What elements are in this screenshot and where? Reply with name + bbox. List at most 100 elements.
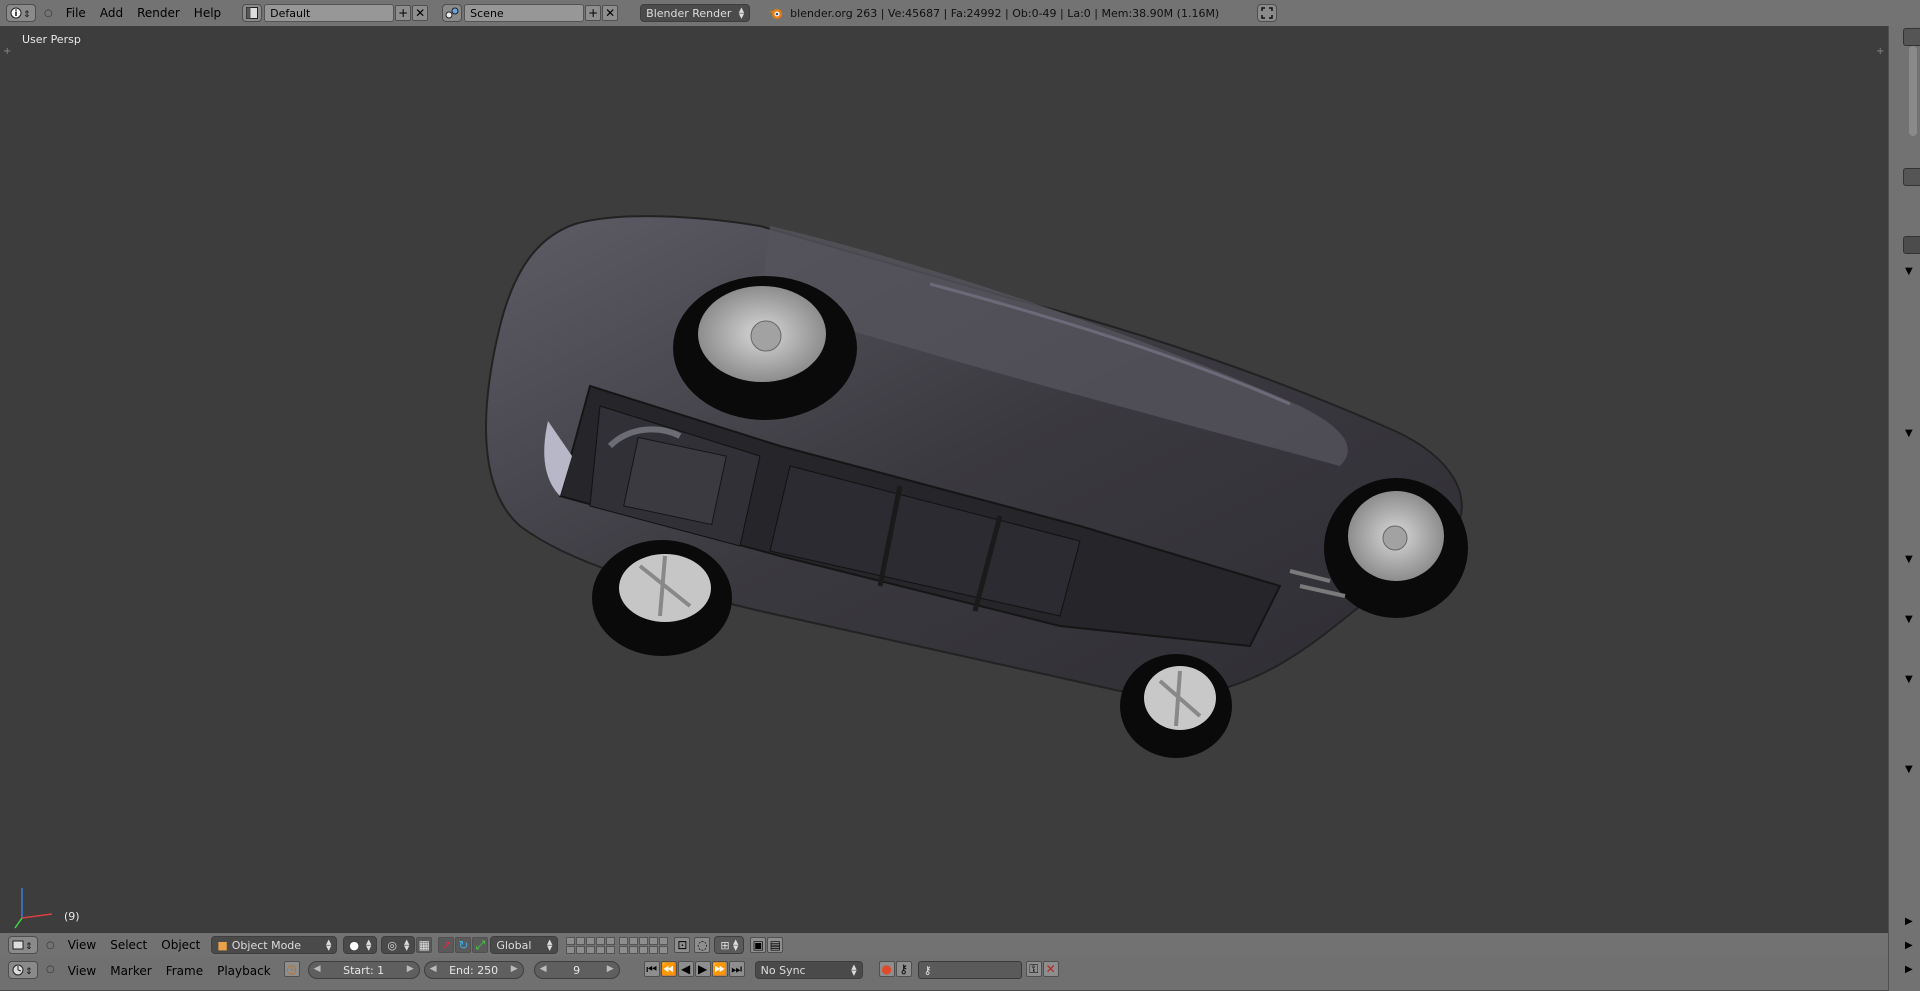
keying-set-field[interactable]: ⚷ xyxy=(917,961,1022,979)
sync-select[interactable]: No Sync ▲ ▼ xyxy=(754,961,863,979)
world-icon[interactable] xyxy=(1903,236,1920,254)
blender-logo-icon xyxy=(768,6,784,20)
view3d-header: ⇕ ○ View Select Object ■ Object Mode ▲ ▼ … xyxy=(0,933,1888,958)
view3d-editor-icon[interactable]: ⇕ xyxy=(8,936,38,954)
layer-buttons-b[interactable] xyxy=(619,936,669,954)
translate-manipulator-icon[interactable]: ↗ xyxy=(438,937,455,953)
updown-arrows-icon: ▲ ▼ xyxy=(365,938,372,952)
keying-set-icon[interactable]: ⚷ xyxy=(895,961,912,977)
cube-icon: ■ xyxy=(217,938,228,952)
updown-arrows-icon: ▲ ▼ xyxy=(738,6,745,20)
next-keyframe-icon[interactable]: ⏩ xyxy=(711,961,728,977)
current-frame-label: 9 xyxy=(573,963,581,977)
menu-playback[interactable]: Playback xyxy=(210,961,278,981)
properties-editor-icon[interactable] xyxy=(1903,168,1920,186)
render-engine-label: Blender Render xyxy=(646,6,732,20)
shading-select[interactable]: ● ▲ ▼ xyxy=(343,936,378,954)
play-icon[interactable]: ▶ xyxy=(694,961,711,977)
screen-layout-icon[interactable] xyxy=(242,4,263,22)
layout-field[interactable]: Default xyxy=(264,4,395,22)
properties-panel[interactable]: ▼ ▼ ▼ ▼ ▼ ▼ ▶ ▶ ▶ xyxy=(1888,26,1920,991)
delete-keyframe-icon[interactable]: ✕ xyxy=(1042,961,1059,977)
wheel-front-top xyxy=(673,276,857,420)
menu-marker[interactable]: Marker xyxy=(103,961,158,981)
updown-arrows-icon: ▲ ▼ xyxy=(546,938,553,952)
collapse-menu-icon[interactable]: ○ xyxy=(46,940,55,951)
timeline-editor-icon[interactable]: ⇕ xyxy=(8,961,38,979)
axis-gizmo xyxy=(14,888,53,929)
scene-icon[interactable] xyxy=(442,4,463,22)
wheel-front-bottom xyxy=(592,540,732,656)
opengl-anim-icon[interactable]: ▤ xyxy=(767,937,784,953)
car-model[interactable] xyxy=(0,26,1888,933)
snap-select[interactable]: ⊞ ▲ ▼ xyxy=(714,936,745,954)
snap-icon: ⊞ xyxy=(720,938,730,952)
panel-expand-icon[interactable]: ▼ xyxy=(1905,674,1913,685)
menu-view[interactable]: View xyxy=(61,935,103,955)
menu-view[interactable]: View xyxy=(61,961,103,981)
mode-select[interactable]: ■ Object Mode ▲ ▼ xyxy=(211,936,338,954)
frame-indicator: (9) xyxy=(64,910,80,923)
add-layout-button[interactable]: + xyxy=(395,5,412,21)
jump-end-icon[interactable]: ⏭ xyxy=(728,961,745,977)
render-engine-select[interactable]: Blender Render ▲ ▼ xyxy=(640,4,751,22)
sync-label: No Sync xyxy=(760,963,806,977)
play-reverse-icon[interactable]: ◀ xyxy=(677,961,694,977)
svg-text:⇕: ⇕ xyxy=(25,942,33,951)
status-text: blender.org 263 | Ve:45687 | Fa:24992 | … xyxy=(790,6,1220,20)
scale-manipulator-icon[interactable]: ⤢ xyxy=(472,937,489,953)
svg-text:⇕: ⇕ xyxy=(25,967,33,976)
orientation-label: Global xyxy=(496,938,532,952)
insert-keyframe-icon[interactable]: ⚿ xyxy=(1025,961,1042,977)
menu-file[interactable]: File xyxy=(59,3,93,23)
info-icon[interactable]: ⇕ xyxy=(6,4,36,22)
menu-help[interactable]: Help xyxy=(187,3,228,23)
rotate-manipulator-icon[interactable]: ↻ xyxy=(455,937,472,953)
menu-add[interactable]: Add xyxy=(93,3,130,23)
preview-range-icon[interactable]: ◷ xyxy=(283,961,300,977)
wheel-rear-bottom xyxy=(1120,654,1232,758)
orientation-select[interactable]: Global ▲ ▼ xyxy=(490,936,559,954)
panel-expand-icon[interactable]: ▼ xyxy=(1905,428,1913,439)
manipulator-toggle[interactable]: ▦ xyxy=(416,937,433,953)
menu-object[interactable]: Object xyxy=(154,935,207,955)
current-frame-field[interactable]: ◀ 9 ▶ xyxy=(533,961,620,979)
updown-arrows-icon: ▲ ▼ xyxy=(851,963,857,977)
start-frame-label: Start: 1 xyxy=(343,963,385,977)
panel-collapse-icon[interactable]: ▶ xyxy=(1905,940,1913,951)
panel-collapse-icon[interactable]: ▶ xyxy=(1905,916,1913,927)
layer-buttons-a[interactable] xyxy=(566,936,616,954)
menu-select[interactable]: Select xyxy=(103,935,154,955)
start-frame-field[interactable]: ◀ Start: 1 ▶ xyxy=(307,961,420,979)
end-frame-field[interactable]: ◀ End: 250 ▶ xyxy=(423,961,524,979)
scene-field[interactable]: Scene xyxy=(464,4,585,22)
fullscreen-icon[interactable] xyxy=(1257,4,1278,22)
scrollbar[interactable] xyxy=(1909,46,1917,136)
proportional-edit-icon[interactable]: ◌ xyxy=(694,937,711,953)
collapse-menu-icon[interactable]: ○ xyxy=(46,964,55,975)
pivot-icon: ◎ xyxy=(387,938,397,952)
panel-expand-icon[interactable]: ▼ xyxy=(1905,266,1913,277)
remove-scene-button[interactable]: ✕ xyxy=(602,5,619,21)
updown-arrows-icon: ▲ ▼ xyxy=(325,938,332,952)
panel-expand-icon[interactable]: ▼ xyxy=(1905,614,1913,625)
jump-start-icon[interactable]: ⏮ xyxy=(643,961,660,977)
3d-viewport[interactable]: User Persp + + (9) xyxy=(0,26,1888,933)
outliner-icon[interactable] xyxy=(1903,28,1920,46)
remove-layout-button[interactable]: ✕ xyxy=(412,5,429,21)
solid-shading-icon: ● xyxy=(349,938,359,952)
pivot-select[interactable]: ◎ ▲ ▼ xyxy=(381,936,416,954)
prev-keyframe-icon[interactable]: ⏪ xyxy=(660,961,677,977)
opengl-render-icon[interactable]: ▣ xyxy=(750,937,767,953)
add-scene-button[interactable]: + xyxy=(585,5,602,21)
panel-collapse-icon[interactable]: ▶ xyxy=(1905,964,1913,975)
svg-text:⇕: ⇕ xyxy=(23,10,31,19)
panel-expand-icon[interactable]: ▼ xyxy=(1905,764,1913,775)
panel-expand-icon[interactable]: ▼ xyxy=(1905,554,1913,565)
lock-layer-icon[interactable]: ⊡ xyxy=(674,937,691,953)
updown-arrows-icon: ▲ ▼ xyxy=(403,938,410,952)
record-icon[interactable]: ● xyxy=(878,961,895,977)
menu-frame[interactable]: Frame xyxy=(159,961,210,981)
collapse-menu-icon[interactable]: ○ xyxy=(44,8,53,19)
menu-render[interactable]: Render xyxy=(130,3,187,23)
